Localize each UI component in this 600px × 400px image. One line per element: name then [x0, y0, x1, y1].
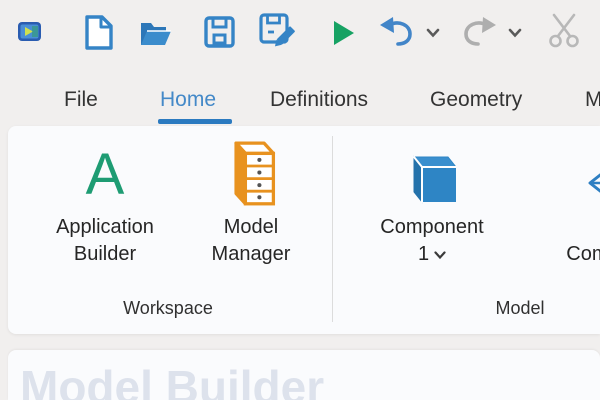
add-component-button[interactable]: Add Component — [538, 132, 600, 298]
component-1-button[interactable]: Component 1 — [357, 132, 507, 298]
undo-dropdown-chevron[interactable] — [426, 28, 440, 38]
undo-button[interactable] — [379, 16, 415, 47]
model-manager-button[interactable]: Model Manager — [176, 132, 326, 298]
ribbon-group-separator — [332, 136, 333, 322]
tab-definitions[interactable]: Definitions — [270, 84, 368, 116]
new-file-button[interactable] — [84, 15, 113, 50]
application-builder-label: Application Builder — [56, 214, 154, 268]
component-cube-icon — [404, 132, 460, 208]
save-button[interactable] — [204, 16, 235, 48]
cut-button[interactable] — [546, 13, 582, 49]
tab-home[interactable]: Home — [160, 84, 216, 116]
component-dropdown-chevron[interactable] — [434, 241, 446, 268]
app-window: File Home Definitions Geometry Materials… — [0, 0, 600, 400]
tab-file[interactable]: File — [64, 84, 98, 116]
add-component-icon — [587, 132, 600, 208]
model-builder-title: Model Builder — [20, 360, 324, 400]
open-file-button[interactable] — [139, 19, 173, 47]
group-label-workspace: Workspace — [68, 298, 268, 319]
redo-button[interactable] — [461, 16, 497, 47]
model-manager-label: Model Manager — [212, 214, 291, 268]
app-logo-icon — [17, 21, 42, 42]
component-1-label: Component 1 — [380, 214, 483, 268]
ribbon-panel: A Application Builder — [8, 126, 600, 334]
save-as-button[interactable] — [259, 13, 296, 50]
tab-materials[interactable]: Materials — [585, 84, 600, 116]
model-builder-panel: Model Builder — [8, 350, 600, 400]
model-manager-icon — [223, 132, 279, 208]
tab-geometry[interactable]: Geometry — [430, 84, 522, 116]
application-builder-button[interactable]: A Application Builder — [30, 132, 180, 298]
add-component-label: Add Component — [566, 214, 600, 268]
redo-dropdown-chevron[interactable] — [508, 28, 522, 38]
active-tab-indicator — [158, 119, 232, 124]
run-button[interactable] — [332, 20, 355, 46]
group-label-model: Model — [420, 298, 600, 319]
application-builder-icon: A — [86, 142, 125, 208]
